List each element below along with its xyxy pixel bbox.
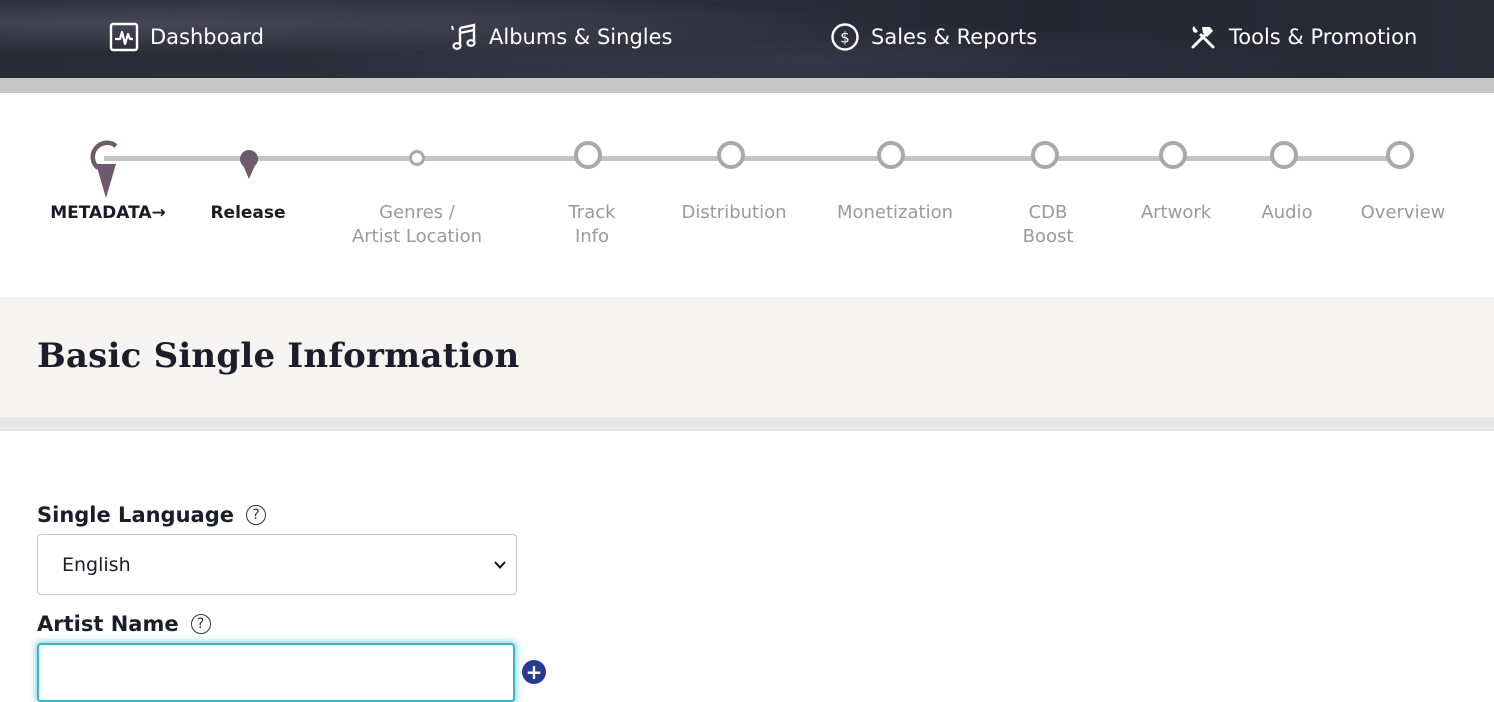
step-label-distribution[interactable]: Distribution (681, 201, 786, 225)
page-title: Basic Single Information (37, 336, 520, 376)
step-label-cdb-boost[interactable]: CDB Boost (1023, 201, 1074, 249)
step-marker-artwork[interactable] (1159, 141, 1187, 169)
step-label-release[interactable]: Release (210, 201, 285, 225)
step-label-overview[interactable]: Overview (1361, 201, 1446, 225)
step-marker-genres[interactable] (409, 150, 425, 166)
nav-sales-reports-label: Sales & Reports (871, 25, 1038, 49)
section-label-metadata: METADATA→ (50, 203, 166, 223)
artist-label-text: Artist Name (37, 612, 179, 636)
chevron-down-icon (494, 561, 506, 569)
dollar-circle-icon: $ (829, 21, 861, 53)
language-field-label: Single Language ? (37, 503, 266, 527)
step-label-track-info[interactable]: Track Info (568, 201, 615, 249)
music-notes-icon (447, 21, 479, 53)
nav-dashboard[interactable]: Dashboard (108, 20, 264, 54)
svg-text:$: $ (840, 29, 850, 47)
nav-albums-singles[interactable]: Albums & Singles (447, 20, 672, 54)
step-label-artwork[interactable]: Artwork (1141, 201, 1211, 225)
nav-sales-reports[interactable]: $ Sales & Reports (829, 20, 1037, 54)
add-artist-button[interactable]: + (522, 660, 546, 684)
language-select-value: English (62, 553, 131, 576)
step-marker-track-info[interactable] (574, 141, 602, 169)
step-marker-distribution[interactable] (717, 141, 745, 169)
nav-dashboard-label: Dashboard (150, 25, 264, 49)
step-marker-overview[interactable] (1386, 141, 1414, 169)
language-label-text: Single Language (37, 503, 234, 527)
step-marker-audio[interactable] (1270, 141, 1298, 169)
step-label-monetization[interactable]: Monetization (837, 201, 953, 225)
nav-albums-singles-label: Albums & Singles (489, 25, 673, 49)
step-label-genres[interactable]: Genres / Artist Location (352, 201, 482, 249)
chart-pulse-icon (108, 21, 140, 53)
step-label-audio[interactable]: Audio (1261, 201, 1312, 225)
nav-tools-promotion-label: Tools & Promotion (1229, 25, 1418, 49)
step-marker-cdb-boost[interactable] (1031, 141, 1059, 169)
section-divider (0, 417, 1494, 431)
language-help-icon[interactable]: ? (246, 505, 266, 525)
current-step-pin-icon (240, 150, 258, 179)
nav-divider (0, 78, 1494, 93)
language-select[interactable]: English (37, 534, 517, 595)
artist-name-input[interactable] (37, 643, 515, 702)
nav-tools-promotion[interactable]: Tools & Promotion (1187, 20, 1417, 54)
section-marker-icon (90, 140, 118, 198)
top-navigation: Dashboard Albums & Singles $ Sales & Rep… (0, 0, 1494, 78)
progress-track (104, 156, 1404, 161)
step-marker-monetization[interactable] (877, 141, 905, 169)
artist-help-icon[interactable]: ? (190, 614, 211, 634)
hammer-wrench-icon (1187, 21, 1219, 53)
artist-field-label: Artist Name ? (37, 612, 211, 636)
